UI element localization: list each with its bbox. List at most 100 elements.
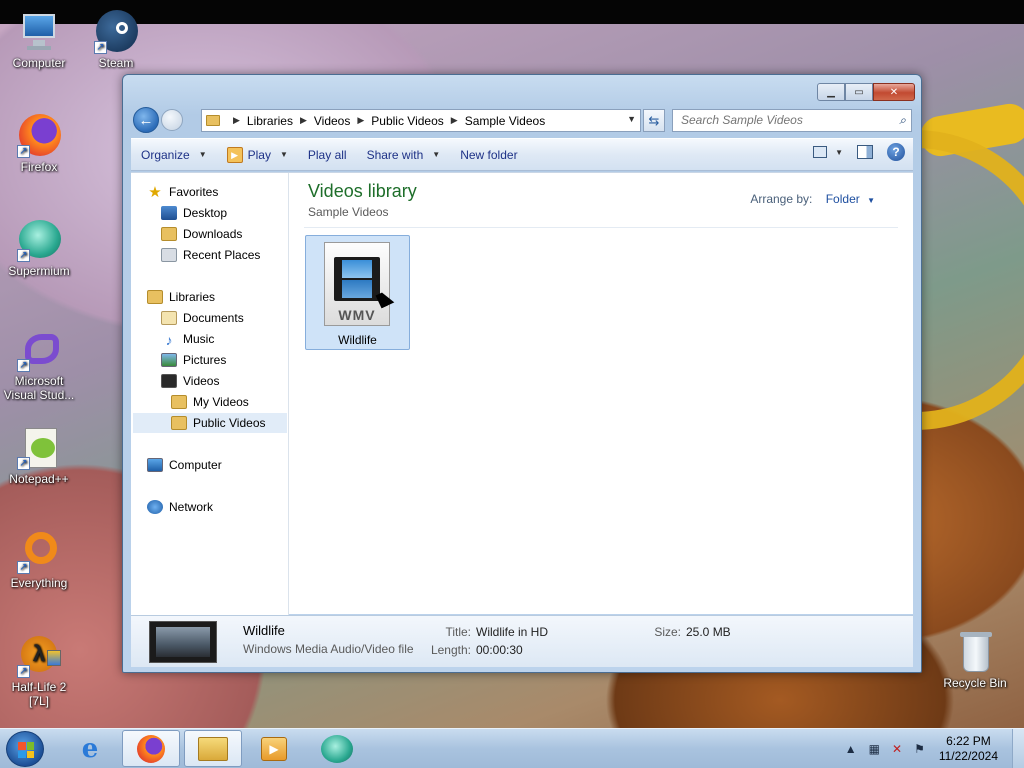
- chevron-right-icon[interactable]: ▶: [451, 115, 458, 126]
- show-hidden-icons-icon[interactable]: ▲: [845, 742, 857, 756]
- navigation-pane[interactable]: ★ Favorites Desktop Downloads Recent Pla…: [131, 173, 289, 615]
- taskbar-firefox[interactable]: [122, 730, 180, 767]
- network-icon: [147, 500, 163, 514]
- organize-button[interactable]: Organize ▼: [131, 142, 217, 168]
- chevron-down-icon[interactable]: ▼: [835, 148, 843, 157]
- folder-icon: [171, 416, 187, 430]
- breadcrumb-public-videos[interactable]: Public Videos: [371, 114, 444, 128]
- nav-item-libraries[interactable]: Libraries: [147, 287, 215, 307]
- videos-icon: [161, 374, 177, 388]
- details-size-label: Size:: [654, 625, 681, 639]
- chevron-down-icon[interactable]: ▼: [867, 196, 875, 205]
- nav-label: Music: [183, 332, 215, 346]
- nav-label: Pictures: [183, 353, 227, 367]
- nav-label: Downloads: [183, 227, 243, 241]
- show-desktop-button[interactable]: [1012, 729, 1024, 768]
- chevron-right-icon[interactable]: ▶: [300, 115, 307, 126]
- nav-item-pictures[interactable]: Pictures: [161, 350, 226, 370]
- nav-item-my-videos[interactable]: My Videos: [171, 392, 249, 412]
- address-dropdown-icon[interactable]: ▼: [627, 114, 636, 124]
- search-input[interactable]: [681, 113, 881, 127]
- shortcut-arrow-icon: ↗: [17, 665, 30, 678]
- action-center-flag-icon[interactable]: ⚑: [914, 742, 925, 756]
- volume-muted-icon[interactable]: ✕: [892, 742, 902, 756]
- explorer-window[interactable]: ▁ ▭ ✕ ← ▶ Libraries ▶ Videos ▶ Public Vi…: [122, 74, 922, 673]
- nav-item-documents[interactable]: Documents: [161, 308, 244, 328]
- nav-item-recent-places[interactable]: Recent Places: [161, 245, 260, 265]
- media-player-icon: ▶: [261, 736, 287, 761]
- window-caption-buttons: ▁ ▭ ✕: [817, 83, 915, 101]
- supermium-icon: ↗: [17, 218, 61, 262]
- taskbar-supermium[interactable]: [308, 730, 366, 767]
- new-folder-button[interactable]: New folder: [450, 142, 527, 168]
- nav-label: Favorites: [169, 185, 219, 199]
- library-subtitle: Sample Videos: [308, 205, 389, 219]
- chevron-right-icon[interactable]: ▶: [357, 115, 364, 126]
- desktop-icon-steam[interactable]: ↗ Steam: [78, 10, 154, 70]
- desktop-icon-supermium[interactable]: ↗ Supermium: [1, 218, 77, 278]
- nav-label: Recent Places: [183, 248, 261, 262]
- nav-item-downloads[interactable]: Downloads: [161, 224, 242, 244]
- firefox-icon: ↗: [17, 114, 61, 158]
- address-bar[interactable]: ▶ Libraries ▶ Videos ▶ Public Videos ▶ S…: [201, 109, 641, 132]
- close-button[interactable]: ✕: [873, 83, 915, 101]
- nav-item-videos[interactable]: Videos: [161, 371, 219, 391]
- half-life-2-icon: λ ↗: [17, 634, 61, 678]
- taskbar-media-player[interactable]: ▶: [245, 730, 303, 767]
- nav-item-music[interactable]: ♪ Music: [161, 329, 215, 349]
- view-icon: [813, 146, 828, 158]
- search-icon[interactable]: ⌕: [899, 113, 906, 128]
- details-title-value[interactable]: Wildlife in HD: [476, 625, 548, 639]
- search-box[interactable]: ⌕: [672, 109, 912, 132]
- minimize-button[interactable]: ▁: [817, 83, 845, 101]
- file-item-wildlife[interactable]: WMV Wildlife: [305, 235, 410, 350]
- nav-item-favorites[interactable]: ★ Favorites: [147, 182, 218, 202]
- back-button[interactable]: ←: [133, 107, 159, 133]
- refresh-button[interactable]: ⇆: [643, 109, 665, 132]
- preview-pane-icon[interactable]: [857, 145, 873, 159]
- help-icon[interactable]: ?: [887, 143, 905, 161]
- nav-item-computer[interactable]: Computer: [147, 455, 222, 475]
- clock[interactable]: 6:22 PM 11/22/2024: [939, 734, 998, 764]
- desktop-icon-recycle-bin[interactable]: Recycle Bin: [937, 630, 1013, 690]
- breadcrumb-sample-videos[interactable]: Sample Videos: [465, 114, 546, 128]
- file-view[interactable]: Videos library Sample Videos Arrange by:…: [290, 173, 913, 615]
- desktop-icon-label: Notepad++: [9, 472, 69, 486]
- forward-button[interactable]: [161, 109, 183, 131]
- nav-item-desktop[interactable]: Desktop: [161, 203, 227, 223]
- desktop-icon-visual-studio[interactable]: ↗ Microsoft Visual Stud...: [1, 328, 77, 402]
- maximize-button[interactable]: ▭: [845, 83, 873, 101]
- share-with-button[interactable]: Share with ▼: [357, 142, 451, 168]
- play-button[interactable]: ▶ Play ▼: [217, 142, 298, 168]
- arrange-by-dropdown[interactable]: Folder: [826, 192, 860, 206]
- breadcrumb-libraries[interactable]: Libraries: [247, 114, 293, 128]
- desktop-icon-label: Half-Life 2 [7L]: [11, 680, 67, 708]
- close-icon: ✕: [889, 86, 899, 98]
- share-with-label: Share with: [366, 147, 424, 162]
- desktop-icon-computer[interactable]: Computer: [1, 10, 77, 70]
- start-button[interactable]: [6, 731, 44, 767]
- chevron-down-icon: ▼: [198, 150, 207, 159]
- shortcut-arrow-icon: ↗: [94, 41, 107, 54]
- desktop-icon-notepad-plus-plus[interactable]: ↗ Notepad++: [1, 426, 77, 486]
- taskbar-internet-explorer[interactable]: e: [61, 730, 119, 767]
- arrange-by: Arrange by: Folder ▼: [750, 192, 875, 206]
- taskbar-windows-explorer[interactable]: [184, 730, 242, 767]
- breadcrumb-videos[interactable]: Videos: [314, 114, 350, 128]
- chevron-down-icon[interactable]: ▼: [280, 150, 288, 159]
- desktop-icon-firefox[interactable]: ↗ Firefox: [1, 114, 77, 174]
- desktop-icon-everything[interactable]: ↗ Everything: [1, 530, 77, 590]
- wmv-file-icon: WMV: [324, 242, 390, 326]
- change-view-button[interactable]: ▼: [813, 146, 843, 158]
- play-all-button[interactable]: Play all: [298, 142, 357, 168]
- network-icon[interactable]: ▦: [869, 742, 880, 756]
- nav-item-network[interactable]: Network: [147, 497, 213, 517]
- nav-label: Computer: [169, 458, 222, 472]
- play-all-label: Play all: [307, 147, 347, 162]
- nav-label: Network: [169, 500, 214, 514]
- media-player-icon: ▶: [226, 146, 243, 163]
- desktop-icon-half-life-2[interactable]: λ ↗ Half-Life 2 [7L]: [1, 634, 77, 708]
- desktop-icon-label: Steam: [98, 56, 134, 70]
- recycle-bin-icon: [953, 630, 997, 674]
- nav-item-public-videos[interactable]: Public Videos: [133, 413, 287, 433]
